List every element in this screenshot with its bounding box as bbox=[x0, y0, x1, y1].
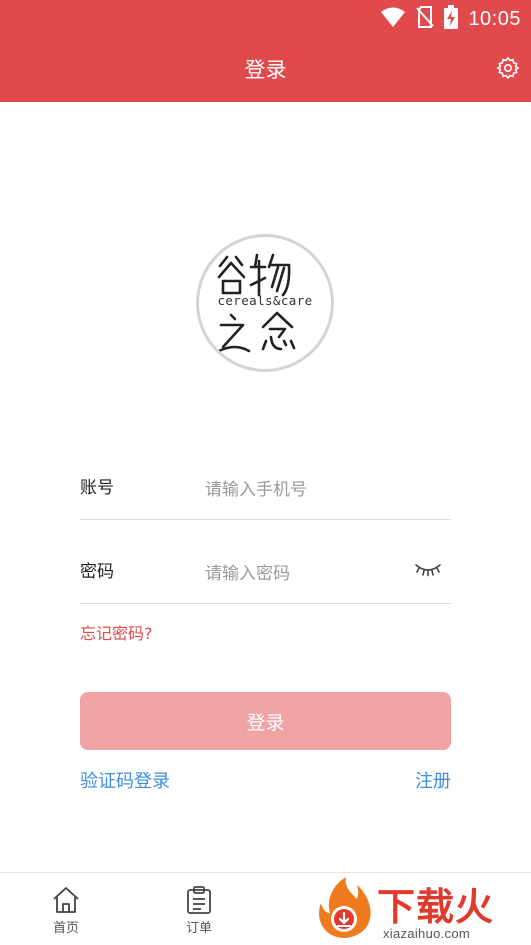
logo-tagline: cereals&care bbox=[217, 293, 313, 308]
tab-orders[interactable]: 订单 bbox=[159, 881, 239, 943]
login-button[interactable]: 登录 bbox=[80, 692, 451, 750]
account-row: 账号 bbox=[80, 467, 451, 520]
tab-home[interactable]: 首页 bbox=[26, 881, 106, 943]
battery-charging-icon bbox=[444, 5, 459, 33]
no-sim-icon bbox=[416, 6, 435, 32]
wifi-icon bbox=[380, 6, 406, 32]
sms-login-link[interactable]: 验证码登录 bbox=[80, 767, 170, 793]
password-row: 密码 bbox=[80, 551, 451, 604]
status-icons: 10:05 bbox=[380, 5, 521, 33]
app-header: 登录 bbox=[0, 38, 531, 102]
clipboard-icon bbox=[187, 886, 211, 914]
page-title: 登录 bbox=[244, 58, 287, 82]
home-icon bbox=[53, 887, 79, 913]
tab-orders-label: 订单 bbox=[185, 921, 212, 936]
bottom-tab-bar: 首页 订单 下载火 xiazaihuo.com bbox=[0, 872, 531, 945]
account-label: 账号 bbox=[80, 478, 114, 498]
status-time: 10:05 bbox=[468, 7, 521, 30]
register-link[interactable]: 注册 bbox=[415, 767, 451, 793]
tab-home-label: 首页 bbox=[52, 921, 79, 936]
watermark-text: 下载火 bbox=[377, 885, 495, 929]
watermark: 下载火 xiazaihuo.com bbox=[311, 873, 531, 945]
settings-button[interactable] bbox=[493, 55, 523, 85]
phone-input[interactable] bbox=[205, 475, 405, 505]
watermark-url: xiazaihuo.com bbox=[383, 926, 470, 941]
password-label: 密码 bbox=[80, 562, 114, 582]
flame-logo-icon bbox=[319, 877, 371, 938]
toggle-password-visibility[interactable] bbox=[413, 561, 443, 581]
brand-logo: cereals&care bbox=[196, 234, 334, 372]
forgot-password-link[interactable]: 忘记密码? bbox=[80, 620, 153, 644]
status-bar: 10:05 bbox=[0, 0, 531, 38]
eye-closed-icon bbox=[414, 561, 442, 581]
password-input[interactable] bbox=[205, 559, 405, 589]
gear-icon bbox=[496, 56, 520, 84]
